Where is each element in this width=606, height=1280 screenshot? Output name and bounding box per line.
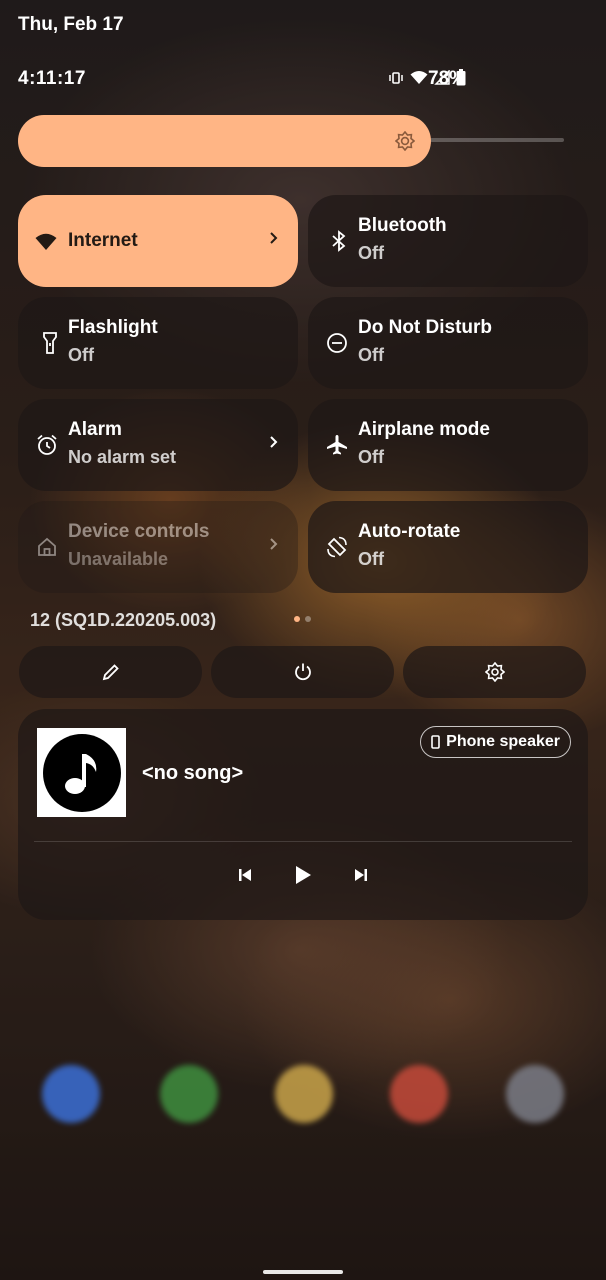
tile-do-not-disturb[interactable]: Do Not Disturb Off — [308, 297, 588, 389]
tile-airplane-title: Airplane mode — [358, 419, 490, 440]
media-divider — [34, 841, 572, 842]
page-dot — [305, 616, 311, 622]
phone-icon — [431, 735, 440, 749]
tile-bluetooth-title: Bluetooth — [358, 215, 447, 236]
tile-internet[interactable]: Internet — [18, 195, 298, 287]
tile-flashlight[interactable]: Flashlight Off — [18, 297, 298, 389]
skip-previous-icon[interactable] — [238, 868, 252, 882]
music-note-icon — [42, 733, 121, 812]
chevron-right-icon — [270, 436, 278, 448]
settings-button[interactable] — [403, 646, 586, 698]
tile-dnd-status: Off — [358, 345, 384, 365]
chrome-app-icon — [390, 1065, 448, 1123]
status-clock: 4:11:17 — [18, 68, 86, 89]
bluetooth-icon — [332, 230, 346, 252]
tile-internet-label: Internet — [68, 230, 138, 251]
tile-auto-rotate-title: Auto-rotate — [358, 521, 461, 542]
wifi-icon — [35, 233, 57, 250]
media-controls — [18, 865, 588, 885]
tile-device-controls-status: Unavailable — [68, 549, 169, 569]
tile-airplane-mode[interactable]: Airplane mode Off — [308, 399, 588, 491]
flashlight-icon — [43, 332, 57, 354]
skip-next-icon[interactable] — [354, 868, 368, 882]
tile-flashlight-title: Flashlight — [68, 317, 158, 338]
tile-auto-rotate[interactable]: Auto-rotate Off — [308, 501, 588, 593]
tile-alarm-status: No alarm set — [68, 447, 177, 467]
home-icon — [38, 537, 56, 556]
song-title: <no song> — [142, 762, 244, 784]
auto-rotate-icon — [327, 536, 347, 558]
wifi-status-icon — [410, 71, 428, 84]
tile-bluetooth[interactable]: Bluetooth Off — [308, 195, 588, 287]
airplane-icon — [327, 435, 347, 455]
play-icon[interactable] — [294, 865, 312, 885]
brightness-track — [430, 138, 564, 142]
chevron-right-icon — [270, 232, 278, 244]
tile-dnd-title: Do Not Disturb — [358, 317, 493, 338]
output-label: Phone speaker — [446, 733, 560, 750]
home-dock — [0, 1065, 606, 1125]
tile-alarm-title: Alarm — [68, 419, 122, 440]
tile-device-controls[interactable]: Device controls Unavailable — [18, 501, 298, 593]
tile-flashlight-status: Off — [68, 345, 94, 365]
tile-bluetooth-status: Off — [358, 243, 384, 263]
do-not-disturb-icon — [327, 333, 347, 353]
page-dot-active — [294, 616, 300, 622]
tile-alarm[interactable]: Alarm No alarm set — [18, 399, 298, 491]
power-button[interactable] — [211, 646, 394, 698]
tile-device-controls-title: Device controls — [68, 521, 210, 542]
media-player: <no song> Phone speaker — [18, 709, 588, 920]
tile-airplane-status: Off — [358, 447, 384, 467]
page-indicator — [294, 616, 311, 622]
status-date: Thu, Feb 17 — [18, 14, 124, 35]
edit-button[interactable] — [19, 646, 202, 698]
build-number[interactable]: 12 (SQ1D.220205.003) — [30, 610, 216, 631]
gesture-nav-bar[interactable] — [263, 1270, 343, 1274]
phone-app-icon — [42, 1065, 100, 1123]
messages-app-icon — [160, 1065, 218, 1123]
brightness-slider[interactable] — [18, 115, 431, 167]
output-switcher-button[interactable]: Phone speaker — [420, 726, 571, 758]
photos-app-icon — [275, 1065, 333, 1123]
power-icon — [294, 663, 311, 681]
tile-auto-rotate-status: Off — [358, 549, 384, 569]
pencil-icon — [102, 664, 119, 681]
vibrate-icon — [389, 71, 403, 84]
brightness-icon — [395, 131, 415, 151]
alarm-icon — [37, 434, 57, 455]
album-art — [37, 728, 126, 817]
gear-icon — [484, 662, 505, 682]
camera-app-icon — [506, 1065, 564, 1123]
battery-percentage: 78% — [428, 68, 467, 89]
chevron-right-icon — [270, 538, 278, 550]
